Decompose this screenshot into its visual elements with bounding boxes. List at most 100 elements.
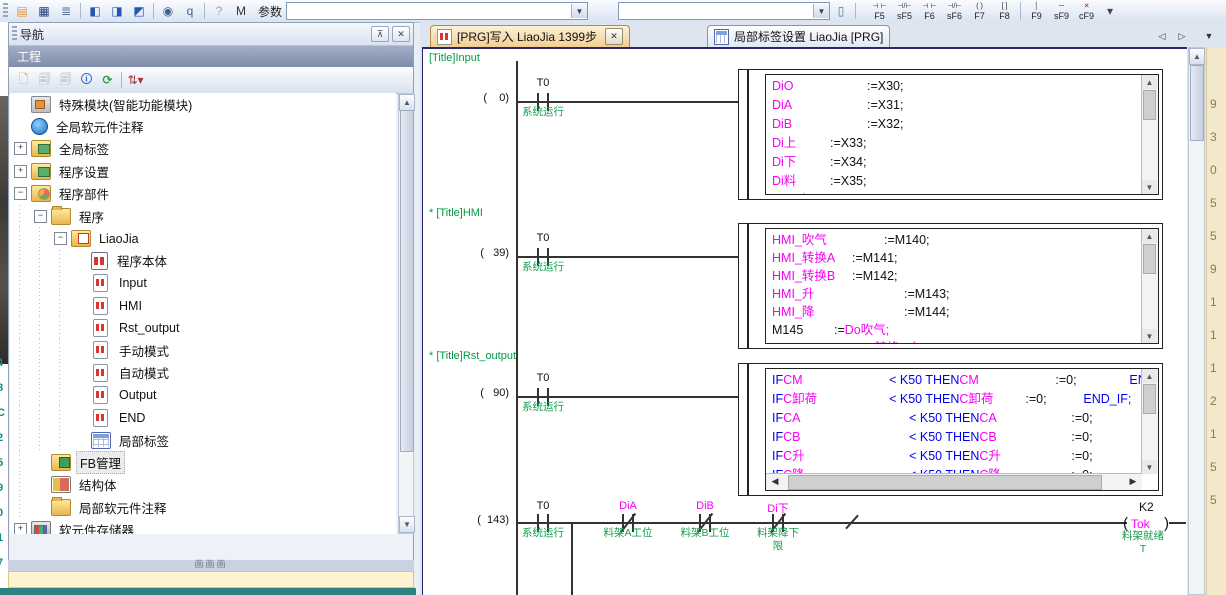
scroll-down-icon[interactable]: ▼: [399, 516, 415, 533]
project-view-icon[interactable]: ▤: [12, 2, 32, 20]
program-list-icon[interactable]: ≣: [56, 2, 76, 20]
expander-plus-icon[interactable]: +: [14, 142, 27, 155]
find-binoculars-icon[interactable]: M: [231, 2, 251, 20]
help-icon[interactable]: ?: [209, 2, 229, 20]
scroll-up-icon[interactable]: ▲: [1142, 369, 1157, 383]
expander-minus-icon[interactable]: −: [54, 232, 67, 245]
fkey-button-F5[interactable]: ⊣ ⊢F5: [867, 0, 892, 22]
refresh-icon[interactable]: ⟳: [98, 71, 117, 89]
scroll-down-icon[interactable]: ▼: [1142, 329, 1157, 343]
st-box-scrollbar[interactable]: ▲▼: [1141, 369, 1158, 474]
tree-item-output[interactable]: Output: [10, 384, 396, 406]
scrollbar-thumb[interactable]: [788, 475, 1102, 490]
tab-scroll-right-icon[interactable]: ▷: [1175, 29, 1189, 43]
st-box-hscrollbar[interactable]: ◀▶: [766, 473, 1142, 490]
tree-item-rst-output[interactable]: Rst_output: [10, 317, 396, 339]
clipped-character: C: [0, 407, 8, 419]
tab-ladder-program[interactable]: [PRG]写入 LiaoJia 1399步 ✕: [430, 25, 630, 47]
fkey-button-F6[interactable]: ⊣ ⊢F6: [917, 0, 942, 22]
scrollbar-thumb[interactable]: [400, 110, 414, 452]
expander-plus-icon[interactable]: +: [14, 165, 27, 178]
editor-scrollbar[interactable]: ▲: [1188, 47, 1205, 595]
sort-filter-icon[interactable]: ⇅▾: [126, 71, 145, 89]
ladder-editor-canvas[interactable]: [Title]Input( 0)T0系统运行DiO:=X30;DiA:=X31;…: [422, 47, 1187, 595]
tab-local-label[interactable]: 局部标签设置 LiaoJia [PRG]: [707, 25, 890, 47]
fkey-button-cF9[interactable]: ✕cF9: [1074, 0, 1099, 22]
device-find-icon[interactable]: q: [180, 2, 200, 20]
st-inline-box[interactable]: DiO:=X30;DiA:=X31;DiB:=X32;Di上:=X33;Di下:…: [738, 69, 1163, 200]
device-comment-icon[interactable]: ◧: [85, 2, 105, 20]
tree-scrollbar[interactable]: ▲ ▼: [398, 93, 414, 534]
tab-close-icon[interactable]: ✕: [605, 28, 623, 45]
module-configuration-icon[interactable]: ▦: [34, 2, 54, 20]
tree-item-input[interactable]: Input: [10, 272, 396, 294]
scroll-down-icon[interactable]: ▼: [1142, 180, 1157, 194]
scroll-up-icon[interactable]: ▲: [399, 94, 415, 111]
panel-grip[interactable]: [12, 26, 17, 42]
new-item-icon[interactable]: 🗋: [14, 71, 33, 89]
tree-item-structure[interactable]: 结构体: [10, 474, 396, 496]
tree-item-end[interactable]: END: [10, 406, 396, 428]
scrollbar-thumb[interactable]: [1190, 65, 1204, 141]
tree-item-device-memory[interactable]: +软元件存储器: [10, 518, 396, 534]
fkey-button-F8[interactable]: [ ]F8: [992, 0, 1017, 22]
scrollbar-thumb[interactable]: [1143, 90, 1156, 120]
expander-minus-icon[interactable]: −: [34, 210, 47, 223]
fkey-button-sF6[interactable]: ⊣/⊢sF6: [942, 0, 967, 22]
expander-plus-icon[interactable]: +: [14, 523, 27, 534]
watch-eye-icon[interactable]: ◉: [158, 2, 178, 20]
tree-item-local-device-comment[interactable]: 局部软元件注释: [10, 496, 396, 518]
tree-item-hmi[interactable]: HMI: [10, 295, 396, 317]
tree-item-global-label[interactable]: +全局标签: [10, 138, 396, 160]
scroll-up-icon[interactable]: ▲: [1142, 75, 1157, 89]
expander-minus-icon[interactable]: −: [14, 187, 27, 200]
new-window-icon[interactable]: ▯: [831, 2, 851, 20]
tab-menu-icon[interactable]: ▼: [1202, 29, 1216, 43]
info-icon[interactable]: 🛈: [77, 71, 96, 89]
toolbar-grip[interactable]: [3, 3, 8, 19]
tree-item-special-module[interactable]: 特殊模块(智能功能模块): [10, 93, 396, 115]
scroll-right-icon[interactable]: ▶: [1126, 475, 1140, 488]
coil-operand[interactable]: Tok: [1131, 517, 1150, 531]
scroll-up-icon[interactable]: ▲: [1142, 229, 1157, 243]
st-inline-box[interactable]: IF CM< K50 THEN CM:=0;END_IF;IF C卸荷< K50…: [738, 363, 1163, 496]
tab-scroll-left-icon[interactable]: ◁: [1155, 29, 1169, 43]
watch-combobox[interactable]: ▼: [618, 2, 830, 20]
scrollbar-thumb[interactable]: [1143, 244, 1156, 274]
st-box-scrollbar[interactable]: ▲▼: [1141, 229, 1158, 343]
device-memory-icon[interactable]: ◨: [107, 2, 127, 20]
scrollbar-thumb[interactable]: [1143, 384, 1156, 414]
tree-item-liaojia[interactable]: −LiaoJia: [10, 227, 396, 249]
fkey-button-F7[interactable]: ( )F7: [967, 0, 992, 22]
toolbar-overflow-icon[interactable]: ▾: [1100, 2, 1120, 20]
tree-item-program-settings[interactable]: +程序设置: [10, 160, 396, 182]
scroll-up-icon[interactable]: ▲: [1189, 48, 1205, 65]
tree-item-local-label[interactable]: 局部标签: [10, 429, 396, 451]
parameter-combobox[interactable]: ▼: [286, 2, 588, 20]
tree-item-program-parts[interactable]: −程序部件: [10, 183, 396, 205]
combo-arrow-icon[interactable]: ▼: [571, 4, 587, 18]
panel-splitter[interactable]: 画画画: [8, 560, 414, 571]
tree-item-auto-mode[interactable]: 自动模式: [10, 362, 396, 384]
fkey-button-sF5[interactable]: ⊣/⊢sF5: [892, 0, 917, 22]
pin-icon[interactable]: ⊼: [371, 26, 389, 42]
close-icon[interactable]: ✕: [392, 26, 410, 42]
paste-icon[interactable]: 🗐: [56, 71, 75, 89]
ladder-symbol-icon: ⊣/⊢: [897, 2, 911, 11]
st-token: :=X35;: [830, 172, 867, 191]
fkey-button-sF9[interactable]: ─sF9: [1049, 0, 1074, 22]
scroll-down-icon[interactable]: ▼: [1142, 460, 1157, 474]
device-batch-icon[interactable]: ◩: [129, 2, 149, 20]
tree-item-program[interactable]: −程序: [10, 205, 396, 227]
tree-item-fb-manage[interactable]: FB管理: [10, 451, 396, 473]
scroll-left-icon[interactable]: ◀: [768, 475, 782, 488]
combo-arrow-icon[interactable]: ▼: [813, 4, 829, 18]
tree-item-manual-mode[interactable]: 手动模式: [10, 339, 396, 361]
st-token: DiA: [772, 96, 867, 115]
st-box-scrollbar[interactable]: ▲▼: [1141, 75, 1158, 194]
copy-icon[interactable]: 🗐: [35, 71, 54, 89]
fkey-button-F9[interactable]: │F9: [1024, 0, 1049, 22]
tree-item-global-device-comment[interactable]: 全局软元件注释: [10, 115, 396, 137]
tree-item-program-body[interactable]: 程序本体: [10, 250, 396, 272]
st-inline-box[interactable]: HMI_吹气:=M140;HMI_转换A:=M141;HMI_转换B:=M142…: [738, 223, 1163, 349]
